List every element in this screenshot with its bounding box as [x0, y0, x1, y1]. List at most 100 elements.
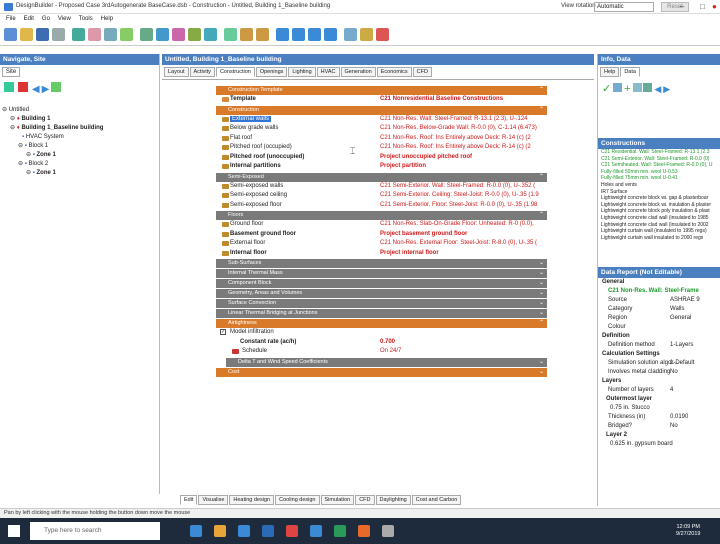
tree-item[interactable]: ⊖ ▪ Zone 1 — [2, 169, 103, 178]
construction-list-item[interactable]: Fully-filled 50mm min. wool U-0.53 — [598, 169, 720, 176]
section-sub-surfaces[interactable]: Sub-Surfaces ⌄ — [216, 259, 547, 268]
view-rotation-select[interactable]: Automatic — [594, 2, 654, 12]
tab-visualise[interactable]: Visualise — [198, 495, 229, 505]
chrome-icon[interactable] — [286, 525, 298, 537]
designbuilder-icon[interactable] — [310, 525, 322, 537]
up-icon[interactable] — [51, 82, 62, 92]
tab-daylighting[interactable]: Daylighting — [375, 495, 411, 505]
tab-cost-carbon[interactable]: Cost and Carbon — [411, 495, 462, 505]
copy-item-icon[interactable] — [632, 83, 642, 92]
construction-value[interactable]: C21 Non-Res. Roof: Ins Entirely above De… — [380, 144, 531, 150]
section-construction[interactable]: Construction ⌃ — [216, 105, 547, 115]
construction-list-item[interactable]: Lightweight concrete block poly insulati… — [598, 208, 720, 215]
section-airtightness[interactable]: Airtightness ⌃ — [216, 319, 547, 328]
plus-icon[interactable]: + — [624, 83, 630, 95]
construction-value[interactable]: C21 Non-Res. Slab-On-Grade Floor: Unheat… — [380, 221, 534, 227]
construction-value[interactable]: C21 Non-Res. Roof: Ins Entirely above De… — [380, 135, 531, 141]
section-geometry[interactable]: Geometry, Areas and Volumes ⌄ — [216, 289, 547, 298]
tab-generation[interactable]: Generation — [340, 67, 376, 77]
view-icon[interactable] — [344, 28, 357, 41]
construction-list-item[interactable]: Lightweight concrete block wi. gap & pla… — [598, 195, 720, 202]
construction-list-item[interactable]: IR7 Surface — [598, 189, 720, 196]
mirror-icon[interactable] — [188, 28, 201, 41]
template-value[interactable]: C21 Nonresidential Baseline Construction… — [380, 96, 503, 102]
tab-layout[interactable]: Layout — [164, 67, 189, 77]
store-icon[interactable] — [238, 525, 250, 537]
section-linear-bridging[interactable]: Linear Thermal Bridging at Junctions ⌄ — [216, 309, 547, 318]
excel-icon[interactable] — [334, 525, 346, 537]
construction-row[interactable]: Flat roof C21 Non-Res. Roof: Ins Entirely… — [216, 134, 547, 144]
block-icon[interactable] — [104, 28, 117, 41]
app-icon[interactable] — [382, 525, 394, 537]
construction-list-item[interactable]: Lightweight curtain wall insulated to 20… — [598, 235, 720, 242]
construction-row[interactable]: External walls C21 Non-Res. Wall: Steel-F… — [216, 115, 547, 125]
rotate-icon[interactable] — [172, 28, 185, 41]
tab-economics[interactable]: Economics — [376, 67, 412, 77]
section-delta-t[interactable]: Delta T and Wind Speed Coefficients ⌄ — [226, 357, 547, 367]
construction-list-item[interactable]: Lightweight curtain wall (insulated to 1… — [598, 228, 720, 235]
help-icon[interactable] — [376, 28, 389, 41]
menu-help[interactable]: Help — [101, 14, 113, 25]
construction-row[interactable]: Semi-exposed ceiling C21 Semi-Exterior. C… — [216, 191, 547, 201]
model-infiltration-checkbox[interactable]: ✓ — [220, 329, 226, 335]
tab-edit[interactable]: Edit — [180, 495, 198, 505]
construction-row[interactable]: Basement ground floor Project basement gr… — [216, 230, 547, 240]
construction-value[interactable]: C21 Non-Res. External Floor: Steel-Joist… — [380, 240, 537, 246]
pan-icon[interactable] — [308, 28, 321, 41]
construction-row[interactable]: Internal floor Project internal floor — [216, 249, 547, 259]
construction-value[interactable]: Project internal floor — [380, 250, 439, 256]
construction-row[interactable]: Pitched roof (occupied) C21 Non-Res. Roof… — [216, 143, 547, 153]
zoom-extents-icon[interactable] — [292, 28, 305, 41]
tab-construction[interactable]: Construction — [215, 67, 255, 77]
construction-row[interactable]: External floor C21 Non-Res. External Floo… — [216, 239, 547, 249]
constant-rate-row[interactable]: Constant rate (ac/h) 0.700 — [216, 338, 547, 348]
tab-site[interactable]: Site — [2, 67, 20, 77]
measure-icon[interactable] — [224, 28, 237, 41]
constant-rate-value[interactable]: 0.700 — [380, 339, 395, 345]
construction-row[interactable]: Internal partitions Project partition — [216, 162, 547, 172]
taskbar-search[interactable]: Type here to search — [30, 522, 160, 540]
windows-start-icon[interactable] — [8, 525, 20, 537]
menu-edit[interactable]: Edit — [24, 14, 34, 25]
construction-list-item[interactable]: C21 Semi-Exterior. Wall: Steel-Framed: R… — [598, 156, 720, 163]
save-icon[interactable] — [36, 28, 49, 41]
section-internal-thermal-mass[interactable]: Internal Thermal Mass ⌄ — [216, 269, 547, 278]
schedule-row[interactable]: Schedule On 24/7 — [216, 347, 547, 357]
construction-row[interactable]: Semi-exposed walls C21 Semi-Exterior. Wal… — [216, 182, 547, 192]
add-icon[interactable] — [4, 82, 14, 92]
check-icon[interactable]: ✓ — [602, 83, 611, 95]
construction-list-item[interactable]: C21 Residential. Wall: Steel-Framed: R-1… — [598, 149, 720, 156]
construction-value[interactable]: Project partition — [380, 163, 426, 169]
tab-data[interactable]: Data — [620, 67, 640, 77]
move-icon[interactable] — [120, 28, 133, 41]
delete-icon[interactable] — [17, 82, 28, 92]
construction-value[interactable]: C21 Semi-Exterior. Wall: Steel-Framed: R… — [380, 183, 535, 189]
print-icon[interactable] — [52, 28, 65, 41]
forward-icon[interactable]: ▶ — [42, 84, 50, 95]
section-component-block[interactable]: Component Block ⌄ — [216, 279, 547, 288]
zoom-icon[interactable] — [276, 28, 289, 41]
menu-go[interactable]: Go — [42, 14, 50, 25]
construction-list-item[interactable]: Holes and vents — [598, 182, 720, 189]
back-icon[interactable]: ◀ — [32, 84, 40, 95]
open-folder-icon[interactable] — [20, 28, 33, 41]
tab-activity[interactable]: Activity — [189, 67, 215, 77]
construction-value[interactable]: C21 Non-Res. Wall: Steel-Framed: R-13.1 … — [380, 116, 528, 122]
construction-value[interactable]: C21 Non-Res. Below-Grade Wall: R-0.0 (0)… — [380, 125, 537, 131]
section-floors[interactable]: Floors ⌃ — [216, 211, 547, 220]
section-surface-convection[interactable]: Surface Convection ⌄ — [216, 299, 547, 308]
back-icon[interactable]: ◀ — [654, 84, 661, 94]
tree-item[interactable]: ⊖ Untitled — [2, 106, 103, 115]
undo-icon[interactable] — [240, 28, 253, 41]
powerpoint-icon[interactable] — [358, 525, 370, 537]
select-icon[interactable] — [140, 28, 153, 41]
stretch-icon[interactable] — [204, 28, 217, 41]
tree-item[interactable]: ⊖ ▪ Block 2 — [2, 160, 103, 169]
tab-simulation[interactable]: Simulation — [320, 495, 355, 505]
export-icon[interactable] — [643, 83, 653, 92]
tree-item[interactable]: ⊖ ▪ Zone 1 — [2, 151, 103, 160]
template-row[interactable]: Template C21 Nonresidential Baseline Cons… — [216, 95, 547, 105]
section-semi-exposed[interactable]: Semi-Exposed ⌃ — [216, 172, 547, 182]
construction-value[interactable]: Project unoccupied pitched roof — [380, 154, 472, 160]
tab-heating-design[interactable]: Heating design — [229, 495, 275, 505]
